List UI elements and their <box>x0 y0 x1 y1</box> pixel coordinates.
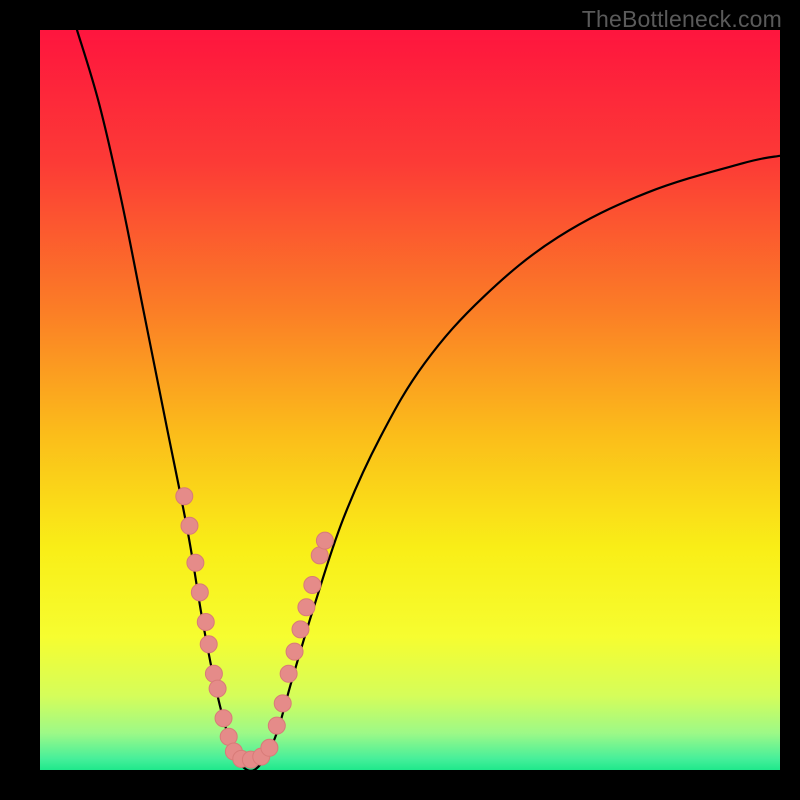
marker-dot <box>205 665 222 682</box>
plot-area <box>40 30 780 770</box>
marker-dot <box>191 584 208 601</box>
marker-dot <box>316 532 333 549</box>
marker-dot <box>280 665 297 682</box>
marker-dot <box>304 577 321 594</box>
marker-dot <box>268 717 285 734</box>
watermark-text: TheBottleneck.com <box>582 6 782 33</box>
marker-dot <box>209 680 226 697</box>
marker-dot <box>181 517 198 534</box>
marker-dot <box>187 554 204 571</box>
marker-dot <box>286 643 303 660</box>
bottleneck-curve <box>77 30 780 770</box>
curve-layer <box>40 30 780 770</box>
marker-dot <box>200 636 217 653</box>
marker-dot <box>215 710 232 727</box>
marker-dot <box>292 621 309 638</box>
marker-dot <box>197 614 214 631</box>
marker-dot <box>274 695 291 712</box>
marker-dot <box>261 739 278 756</box>
marker-dot <box>176 488 193 505</box>
chart-frame: TheBottleneck.com <box>0 0 800 800</box>
marker-group <box>176 488 334 768</box>
marker-dot <box>298 599 315 616</box>
